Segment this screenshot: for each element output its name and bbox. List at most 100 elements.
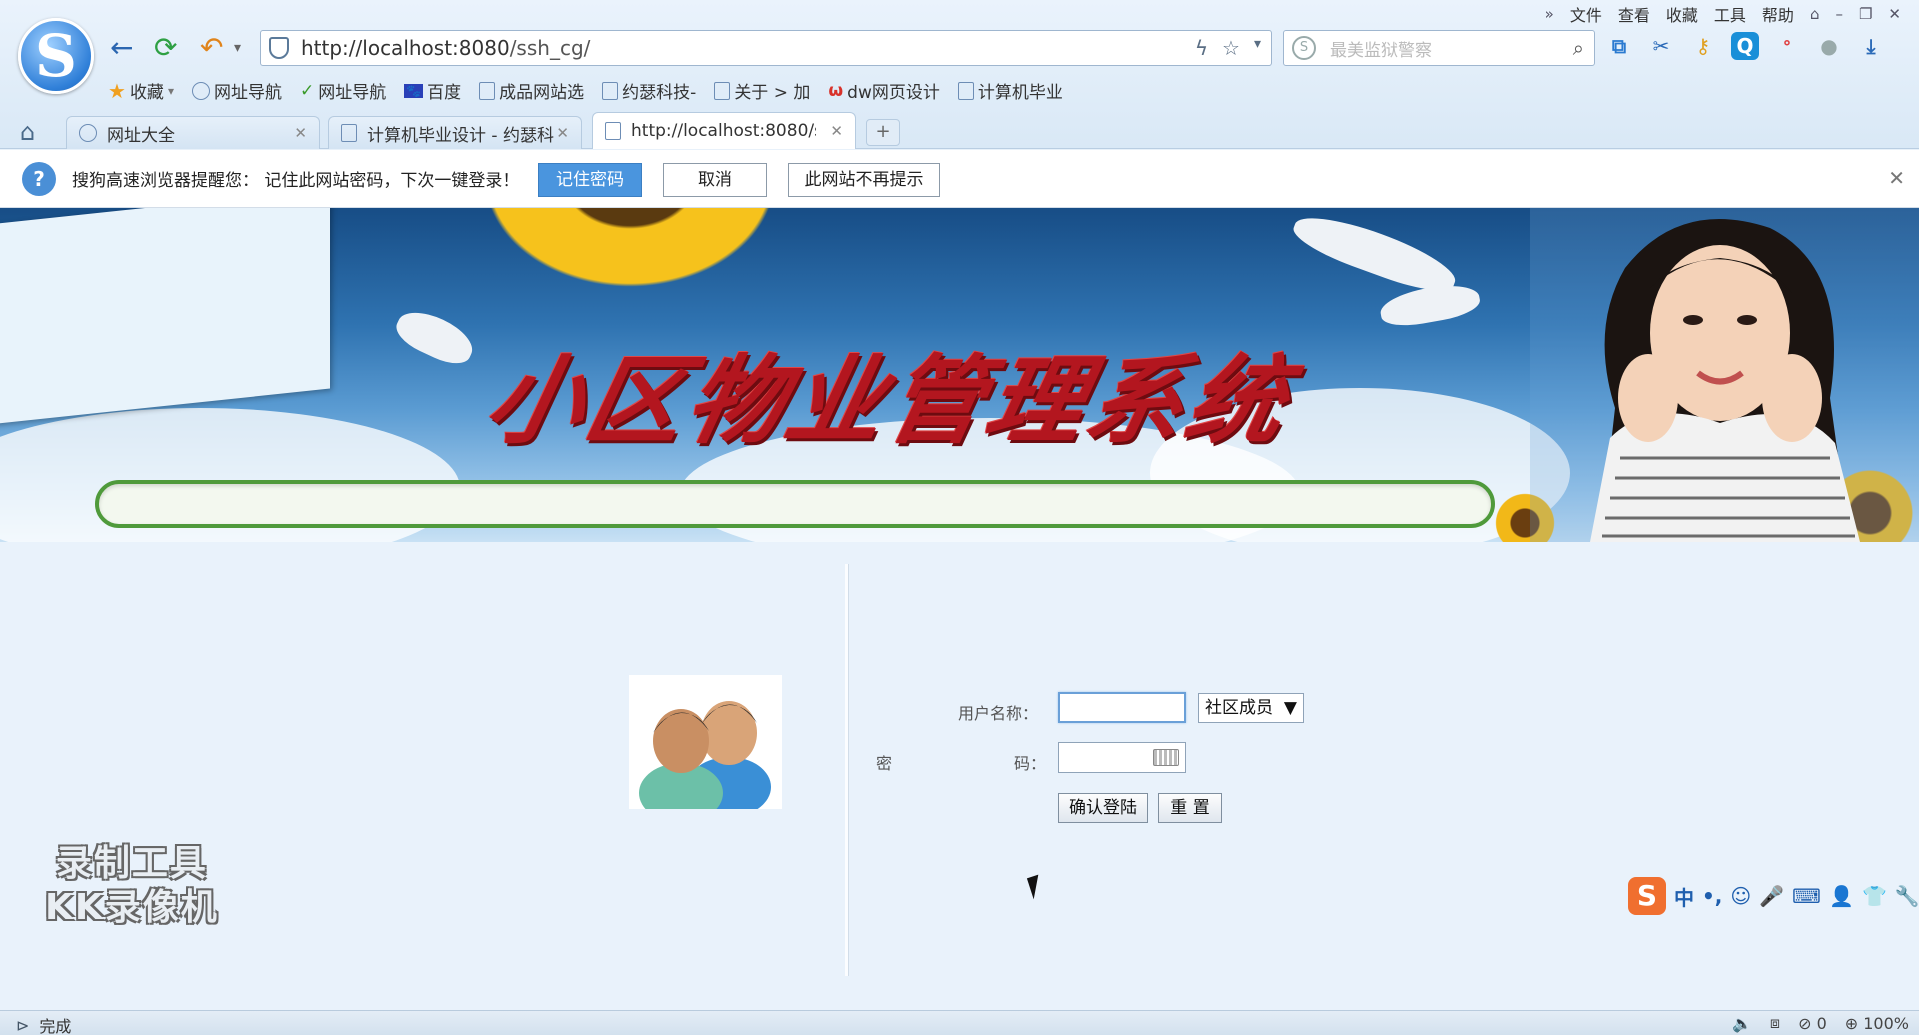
browser-chrome: S » 文件 查看 收藏 工具 帮助 ⌂ – ❐ ✕ ← ⟳ ↶ ▾ http:… — [0, 0, 1919, 149]
menu-file[interactable]: 文件 — [1570, 2, 1602, 26]
bookmarks-bar: ★ 收藏 ▾ 网址导航 ✓ 网址导航 🐾 百度 成品网站选 约瑟科技- 关于 > 加 ω… — [108, 78, 1063, 104]
search-engine-icon[interactable]: S — [1292, 36, 1316, 60]
notify-message: 搜狗高速浏览器提醒您： 记住此网站密码，下次一键登录！ — [72, 171, 520, 191]
key-icon[interactable]: ⚷ — [1689, 32, 1717, 60]
bookmark-item[interactable]: 关于 > 加 — [714, 78, 810, 103]
bookmark-item[interactable]: ω dw网页设计 — [828, 78, 939, 104]
tab-manager-icon[interactable]: ⧈ — [1770, 1013, 1780, 1033]
never-prompt-button[interactable]: 此网站不再提示 — [788, 163, 940, 197]
keyboard-icon[interactable] — [1153, 749, 1179, 766]
settings-wrench-icon[interactable]: 🔧 — [1895, 884, 1919, 908]
volume-icon[interactable]: 🔈 — [1732, 1014, 1752, 1033]
users-icon — [629, 675, 782, 809]
status-bar: ⊳ 完成 🔈 ⧈ ⊘ 0 ⊕ 100% — [0, 1010, 1919, 1035]
star-icon: ★ — [108, 78, 126, 103]
address-url[interactable]: http://localhost:8080/ssh_cg/ — [301, 36, 590, 60]
undo-dropdown-icon[interactable]: ▾ — [234, 32, 241, 64]
download-icon[interactable]: ⤓ — [1857, 32, 1885, 60]
ime-toolbar: S 中 •, ☺ 🎤 ⌨ 👤 👕 🔧 — [1628, 877, 1919, 915]
address-dropdown-icon[interactable]: ▾ — [1254, 36, 1261, 60]
hao-icon: ✓ — [299, 80, 315, 101]
role-select[interactable]: 社区成员 ▼ — [1198, 693, 1304, 723]
security-shield-icon — [269, 37, 289, 59]
username-input[interactable] — [1058, 692, 1186, 723]
punctuation-icon[interactable]: •, — [1702, 884, 1722, 908]
skin-icon[interactable]: 👕 — [1862, 884, 1887, 908]
password-input[interactable] — [1058, 742, 1186, 773]
sidebar-icon[interactable]: ⧉ — [1605, 32, 1633, 60]
login-area: 用户名称： 社区成员 ▼ 密 码： 确认登陆 重 置 录制工具 KK录像机 S 中… — [0, 542, 1919, 1010]
password-label-left: 密 — [876, 754, 893, 773]
screenshot-icon[interactable]: ✂ — [1647, 32, 1675, 60]
page-icon — [602, 81, 619, 100]
mouse-cursor-icon — [1026, 874, 1046, 900]
refresh-icon[interactable]: ⟳ — [154, 32, 177, 64]
sunflower-image — [470, 208, 790, 298]
skin-icon[interactable]: ⌂ — [1810, 5, 1820, 23]
search-box[interactable]: S 最美监狱警察 ⌕ — [1283, 30, 1595, 66]
menu-help[interactable]: 帮助 — [1762, 2, 1794, 26]
home-icon[interactable]: ⌂ — [20, 118, 35, 146]
soft-keyboard-icon[interactable]: ⌨ — [1792, 884, 1821, 908]
search-plugin-icon[interactable]: Q — [1731, 32, 1759, 60]
cancel-button[interactable]: 取消 — [663, 163, 767, 197]
key-icon: ? — [22, 161, 56, 196]
address-bar[interactable]: http://localhost:8080/ssh_cg/ ϟ ☆ ▾ — [260, 30, 1272, 66]
tab-close-icon[interactable]: ✕ — [294, 124, 307, 142]
voice-icon[interactable]: 🎤 — [1759, 884, 1784, 908]
recorder-watermark: 录制工具 KK录像机 — [45, 843, 219, 928]
globe-icon — [79, 124, 97, 142]
weibo-icon[interactable]: ᐤ — [1773, 32, 1801, 60]
bookmark-star-icon[interactable]: ☆ — [1222, 36, 1240, 60]
tab-close-icon[interactable]: ✕ — [556, 124, 569, 142]
username-label: 用户名称： — [958, 704, 1039, 723]
chevrons-icon[interactable]: » — [1545, 5, 1554, 23]
tab-graduation-design[interactable]: 计算机毕业设计 - 约瑟科 ✕ — [328, 116, 582, 149]
bookmark-item[interactable]: 成品网站选 — [479, 78, 584, 103]
toolbar-icons: ⧉ ✂ ⚷ Q ᐤ ● ⤓ — [1605, 32, 1885, 60]
page-icon — [479, 81, 496, 100]
tab-close-icon[interactable]: ✕ — [830, 122, 843, 140]
bookmark-item[interactable]: 约瑟科技- — [602, 78, 696, 103]
bookmark-item[interactable]: ✓ 网址导航 — [299, 78, 386, 104]
dove-image — [1377, 279, 1483, 331]
sidebar-toggle-icon[interactable]: ⊳ — [16, 1016, 29, 1035]
back-icon[interactable]: ← — [110, 32, 133, 64]
sogou-ime-icon[interactable]: S — [1628, 877, 1666, 915]
bookmark-item[interactable]: 🐾 百度 — [404, 78, 461, 103]
bookmark-item[interactable]: 网址导航 — [191, 78, 282, 103]
ad-block-icon[interactable]: ⊘ 0 — [1798, 1014, 1827, 1033]
undo-icon[interactable]: ↶ — [200, 32, 223, 64]
menu-favorites[interactable]: 收藏 — [1666, 2, 1698, 26]
user-icon[interactable]: 👤 — [1829, 884, 1854, 908]
tab-strip: ⌂ 网址大全 ✕ 计算机毕业设计 - 约瑟科 ✕ http://localhos… — [0, 112, 1919, 149]
bookmark-item[interactable]: 计算机毕业 — [957, 78, 1063, 103]
bookmark-favorites[interactable]: ★ 收藏 ▾ — [108, 78, 174, 104]
menu-view[interactable]: 查看 — [1618, 2, 1650, 26]
minimize-icon[interactable]: – — [1835, 5, 1843, 23]
sogou-browser-logo[interactable]: S — [18, 18, 94, 94]
menu-tools[interactable]: 工具 — [1714, 2, 1746, 26]
speed-mode-icon[interactable]: ϟ — [1195, 36, 1208, 60]
reset-button[interactable]: 重 置 — [1158, 793, 1222, 823]
extension-icon[interactable]: ● — [1815, 32, 1843, 60]
close-icon[interactable]: ✕ — [1888, 166, 1905, 190]
restore-icon[interactable]: ❐ — [1859, 5, 1872, 23]
close-window-icon[interactable]: ✕ — [1888, 5, 1901, 23]
page-icon — [957, 81, 974, 100]
ime-language-toggle[interactable]: 中 — [1674, 882, 1694, 911]
tab-localhost[interactable]: http://localhost:8080/s ✕ — [592, 112, 856, 149]
search-icon[interactable]: ⌕ — [1573, 36, 1584, 60]
search-input[interactable]: 最美监狱警察 — [1330, 36, 1573, 61]
remember-password-button[interactable]: 记住密码 — [538, 163, 642, 197]
page-icon — [605, 122, 621, 140]
dropdown-arrow-icon: ▼ — [1283, 698, 1297, 718]
system-title: 小区物业管理系统 — [476, 344, 1301, 457]
tab-url-directory[interactable]: 网址大全 ✕ — [66, 116, 320, 149]
new-tab-button[interactable]: + — [866, 119, 900, 146]
header-banner: 小区物业管理系统 — [0, 208, 1919, 542]
emoji-icon[interactable]: ☺ — [1730, 884, 1751, 908]
dw-icon: ω — [828, 80, 844, 101]
zoom-control[interactable]: ⊕ 100% — [1845, 1014, 1909, 1033]
confirm-login-button[interactable]: 确认登陆 — [1058, 793, 1148, 823]
